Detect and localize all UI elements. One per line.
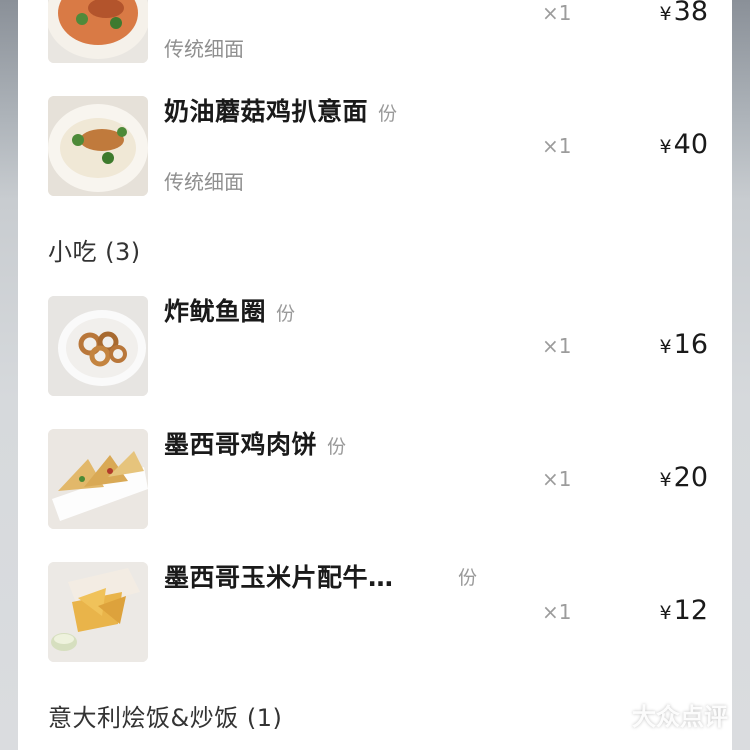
dish-name: 奶油蘑菇鸡扒意面份: [164, 96, 398, 130]
price-value: 20: [673, 462, 708, 493]
currency-symbol: ¥: [659, 3, 672, 25]
dish-quantity: ×1: [542, 1, 572, 25]
dish-thumbnail: [48, 562, 148, 662]
dish-quantity: ×1: [542, 334, 572, 358]
dish-thumbnail: [48, 0, 148, 63]
currency-symbol: ¥: [659, 469, 672, 491]
price-value: 40: [673, 129, 708, 160]
section-header-risotto: 意大利烩饭&炒饭 (1): [48, 704, 283, 732]
list-item[interactable]: 炸鱿鱼圈份 ×1 ¥16: [48, 296, 708, 396]
dish-thumbnail: [48, 429, 148, 529]
dish-name: 炸鱿鱼圈份: [164, 296, 296, 330]
dish-quantity: ×1: [542, 134, 572, 158]
currency-symbol: ¥: [659, 336, 672, 358]
dish-price: ¥40: [660, 129, 708, 160]
dish-thumbnail: [48, 296, 148, 396]
dianping-logo-icon: [595, 702, 623, 727]
dish-name-text: 奶油蘑菇鸡扒意面: [164, 97, 369, 126]
list-item[interactable]: 奶油蘑菇鸡扒意面份 传统细面 ×1 ¥40: [48, 96, 708, 196]
dish-unit: 份: [458, 567, 478, 589]
dish-name-text: 炸鱿鱼圈: [164, 297, 267, 326]
list-item[interactable]: 传统细面 ×1 ¥38: [48, 0, 708, 63]
dish-spec: 传统细面: [164, 170, 244, 194]
dish-quantity: ×1: [542, 600, 572, 624]
dish-name-text: 墨西哥玉米片配牛…: [164, 563, 394, 592]
price-value: 12: [673, 595, 708, 626]
dish-name: 墨西哥鸡肉饼份: [164, 429, 347, 463]
watermark-text: 大众点评: [632, 703, 728, 731]
dish-price: ¥12: [660, 595, 708, 626]
dish-price: ¥20: [660, 462, 708, 493]
dish-unit: 份: [276, 303, 296, 325]
section-header-snacks: 小吃 (3): [48, 238, 141, 266]
dish-name-text: 墨西哥鸡肉饼: [164, 430, 318, 459]
dish-thumbnail: [48, 96, 148, 196]
currency-symbol: ¥: [659, 602, 672, 624]
dish-price: ¥16: [660, 329, 708, 360]
order-detail-card: 传统细面 ×1 ¥38 奶油蘑菇鸡扒意面份 传统细面 ×1 ¥40 小吃 (3): [18, 0, 732, 750]
dish-quantity: ×1: [542, 467, 572, 491]
price-value: 38: [673, 0, 708, 27]
dish-price: ¥38: [660, 0, 708, 27]
currency-symbol: ¥: [659, 136, 672, 158]
dish-unit: 份: [327, 436, 347, 458]
dish-spec: 传统细面: [164, 37, 244, 61]
list-item[interactable]: 墨西哥鸡肉饼份 ×1 ¥20: [48, 429, 708, 529]
list-item[interactable]: 墨西哥玉米片配牛… 份 ×1 ¥12: [48, 562, 708, 662]
price-value: 16: [673, 329, 708, 360]
dish-name: 墨西哥玉米片配牛…: [164, 562, 394, 594]
dianping-watermark: 大众点评: [592, 697, 728, 732]
dish-unit: 份: [378, 103, 398, 125]
